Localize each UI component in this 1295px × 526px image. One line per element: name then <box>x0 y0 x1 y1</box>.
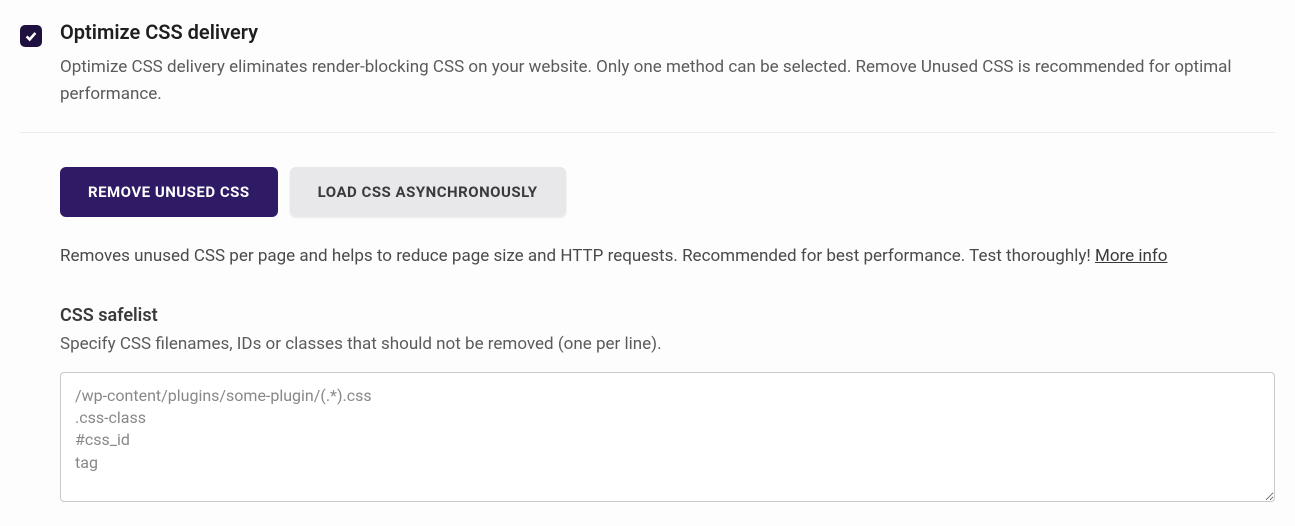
tab-buttons-row: REMOVE UNUSED CSS LOAD CSS ASYNCHRONOUSL… <box>60 167 1275 217</box>
setting-title: Optimize CSS delivery <box>60 20 1275 44</box>
optimize-css-setting-row: Optimize CSS delivery Optimize CSS deliv… <box>20 20 1275 133</box>
tab-description-text: Removes unused CSS per page and helps to… <box>60 246 1095 266</box>
optimize-css-checkbox[interactable] <box>20 25 42 47</box>
load-css-async-tab[interactable]: LOAD CSS ASYNCHRONOUSLY <box>290 167 566 217</box>
css-safelist-title: CSS safelist <box>60 305 1275 326</box>
tab-description: Removes unused CSS per page and helps to… <box>60 243 1275 270</box>
css-safelist-description: Specify CSS filenames, IDs or classes th… <box>60 334 1275 354</box>
checkmark-icon <box>24 29 38 43</box>
css-safelist-textarea[interactable] <box>60 372 1275 502</box>
setting-text-block: Optimize CSS delivery Optimize CSS deliv… <box>60 20 1275 108</box>
remove-unused-css-tab[interactable]: REMOVE UNUSED CSS <box>60 167 278 217</box>
setting-description: Optimize CSS delivery eliminates render-… <box>60 54 1275 108</box>
css-delivery-panel: REMOVE UNUSED CSS LOAD CSS ASYNCHRONOUSL… <box>20 133 1275 505</box>
more-info-link[interactable]: More info <box>1095 246 1168 266</box>
